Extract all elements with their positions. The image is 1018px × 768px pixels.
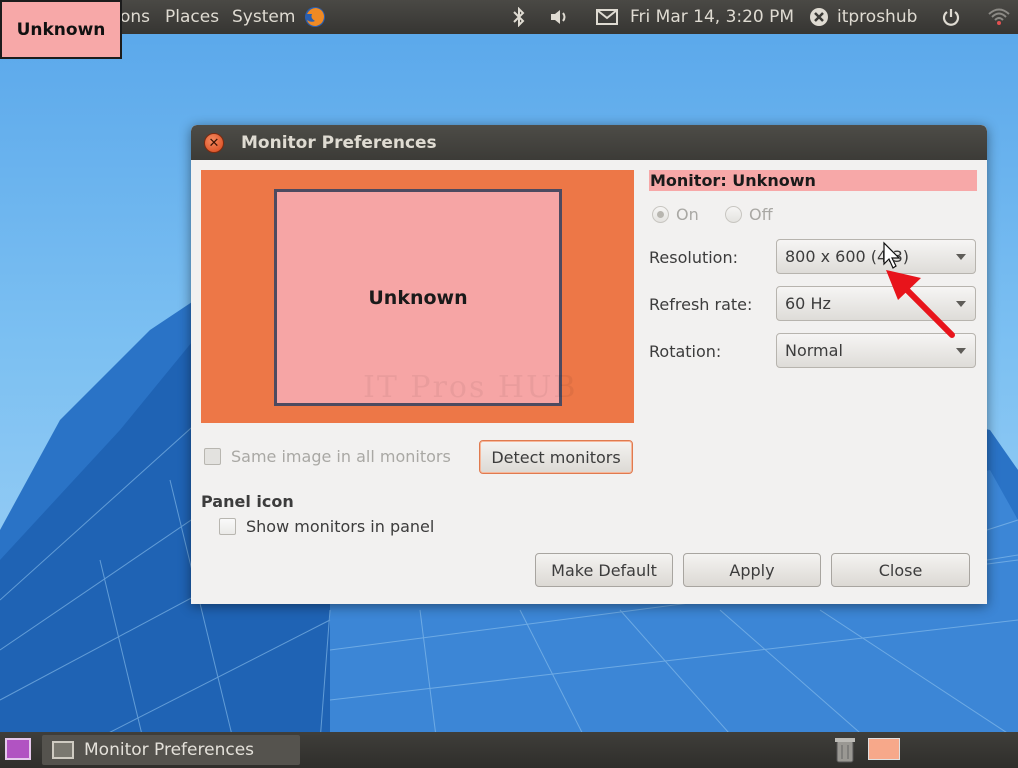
annotation-overlay bbox=[883, 241, 955, 338]
red-arrow-icon bbox=[886, 270, 955, 338]
bottom-panel: Monitor Preferences bbox=[0, 732, 1018, 768]
workspace-icon[interactable] bbox=[868, 738, 900, 760]
mouse-pointer-icon bbox=[883, 241, 901, 269]
show-desktop-icon[interactable] bbox=[5, 738, 31, 760]
monitor-app-icon bbox=[52, 741, 74, 759]
trash-icon[interactable] bbox=[834, 736, 856, 763]
taskbar-item-monitor-preferences[interactable]: Monitor Preferences bbox=[42, 735, 300, 765]
taskbar-item-label: Monitor Preferences bbox=[84, 740, 255, 760]
